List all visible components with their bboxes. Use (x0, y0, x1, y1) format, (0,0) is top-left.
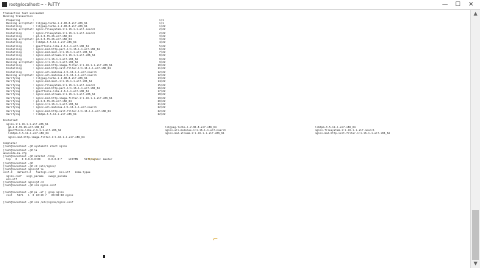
installed-package: nginx-mod-http-xslt-filter-1:1.16.1-1.el… (315, 132, 390, 136)
close-button[interactable]: ✕ (466, 0, 476, 9)
terminal-cursor (103, 255, 105, 258)
installed-package: nginx-mod-http-image-filter-1:1.16.1-1.e… (8, 135, 85, 139)
scrollbar-thumb[interactable] (472, 210, 479, 260)
terminal-line: [root@localhost ~]# vim /etc/nginx/nginx… (3, 200, 74, 204)
highlighted-token: Errors (88, 158, 98, 162)
scroll-up-icon[interactable]: ▲ (471, 10, 480, 18)
installed-package: nginx-mod-stream-1:1.16.1-1.el7.x86_64 (165, 132, 225, 136)
terminal-line: root 5271 1 0 10:20 ? 00:00:00 nginx (3, 194, 74, 197)
window-titlebar: root@localhost:~ - PuTTY — ☐ ✕ (0, 0, 480, 10)
minimize-button[interactable]: — (440, 0, 450, 9)
scroll-down-icon[interactable]: ▼ (471, 260, 480, 268)
terminal-scrollbar[interactable]: ▲ ▼ (470, 10, 480, 268)
maximize-button[interactable]: ☐ (453, 0, 463, 9)
terminal-line: Verifying : libXpm-3.5.12-1.el7.x86_64 2… (3, 112, 166, 116)
terminal-output[interactable]: Transaction test succeeded Running transa… (0, 10, 470, 268)
terminal-line: [root@localhost ~]# vim nginx.conf (3, 184, 57, 188)
putty-app-icon (2, 2, 7, 7)
window-title: root@localhost:~ - PuTTY (9, 2, 60, 7)
mouse-cursor-icon: ⌐ (213, 236, 219, 243)
